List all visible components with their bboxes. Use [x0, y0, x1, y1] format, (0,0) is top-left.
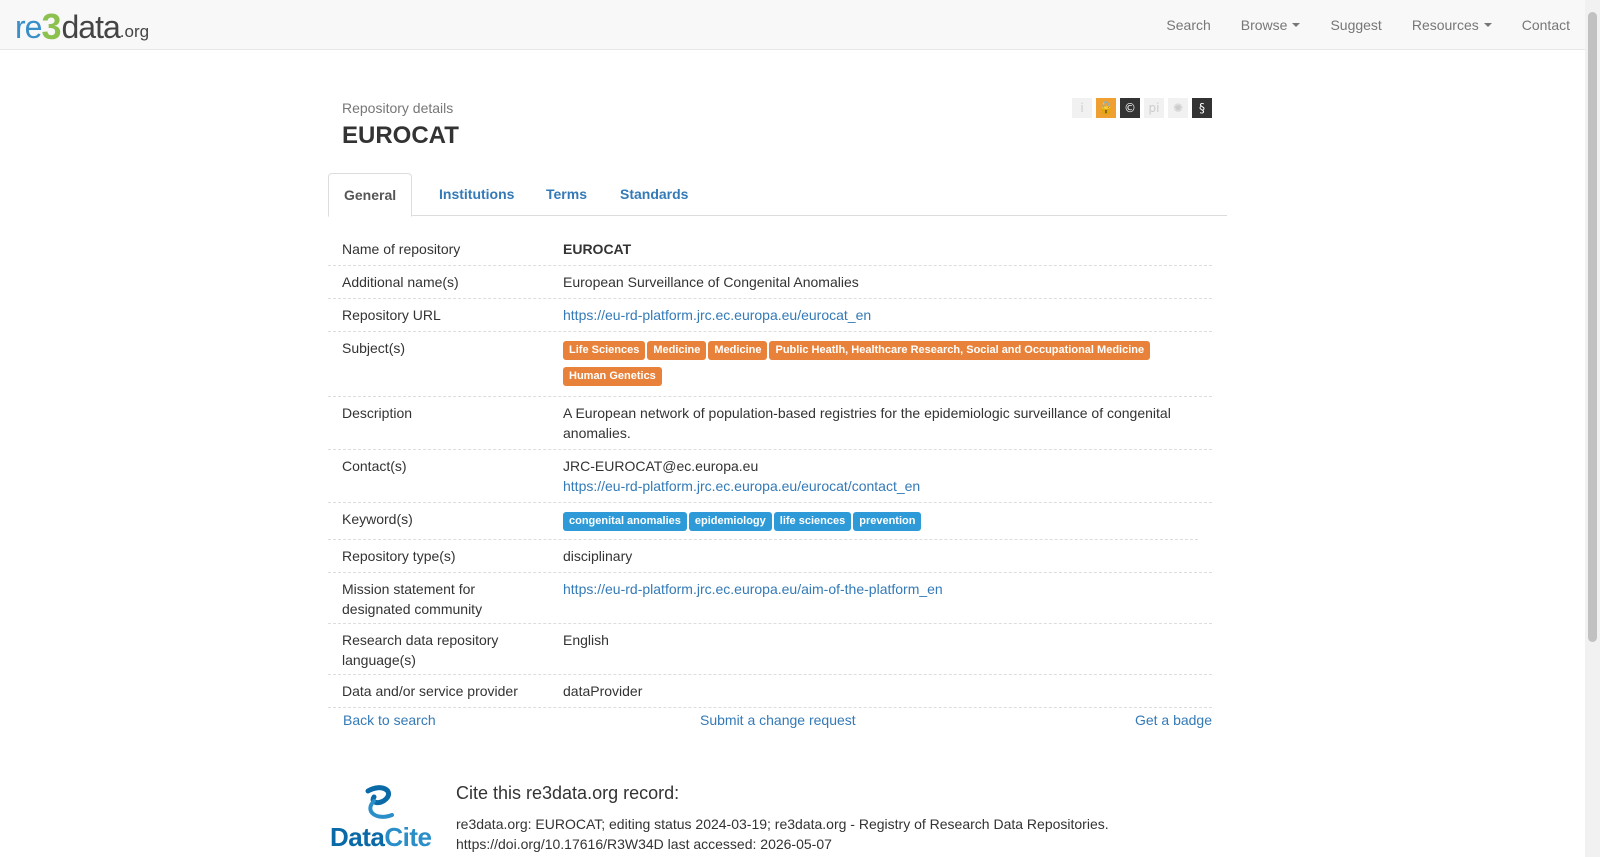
table-row: Description A European network of popula… [328, 397, 1212, 450]
nav-contact-label: Contact [1521, 17, 1570, 33]
provider-value: dataProvider [563, 683, 643, 699]
nav-resources-label: Resources [1411, 17, 1479, 33]
datacite-logo: DataCite [330, 785, 434, 852]
subject-chip[interactable]: Public Heatlh, Healthcare Research, Soci… [769, 341, 1151, 360]
keyword-chip[interactable]: congenital anomalies [563, 512, 687, 531]
contact-url-link[interactable]: https://eu-rd-platform.jrc.ec.europa.eu/… [563, 478, 920, 494]
nav-browse[interactable]: Browse [1226, 0, 1316, 50]
description-value: A European network of population-based r… [563, 405, 1171, 441]
row-label: Additional name(s) [342, 274, 459, 290]
tab-general[interactable]: General [328, 173, 413, 217]
main-nav: Search Browse Suggest Resources Contact [1151, 0, 1585, 50]
back-to-search-link[interactable]: Back to search [343, 712, 436, 728]
additional-name-value: European Surveillance of Congenital Anom… [563, 274, 859, 290]
table-row: Subject(s) Life Sciences Medicine Medicine… [328, 332, 1212, 397]
datacite-swirl-icon [365, 785, 394, 819]
scrollbar-thumb[interactable] [1588, 12, 1597, 642]
re3data-logo[interactable]: re 3 data .org [15, 6, 150, 47]
logo-org: .org [119, 22, 150, 41]
repository-type-value: disciplinary [563, 548, 633, 564]
get-badge-link[interactable]: Get a badge [1135, 712, 1212, 728]
repository-details-table: Name of repository EUROCAT Additional na… [328, 233, 1212, 708]
logo-data: data [61, 9, 120, 45]
caret-down-icon [1292, 23, 1301, 27]
row-label: Name of repository [342, 241, 461, 257]
nav-resources[interactable]: Resources [1397, 0, 1507, 50]
caret-down-icon [1483, 23, 1492, 27]
cite-heading: Cite this re3data.org record: [456, 783, 680, 803]
tab-institutions[interactable]: Institutions [424, 173, 529, 216]
table-row: Contact(s) JRC-EUROCAT@ec.europa.eu http… [328, 450, 1212, 503]
nav-contact[interactable]: Contact [1507, 0, 1585, 50]
mission-statement-link[interactable]: https://eu-rd-platform.jrc.ec.europa.eu/… [563, 581, 943, 597]
repository-url-link[interactable]: https://eu-rd-platform.jrc.ec.europa.eu/… [563, 307, 871, 323]
page-title: EUROCAT [342, 122, 459, 149]
row-label: Subject(s) [342, 340, 406, 356]
table-row: Additional name(s) European Surveillance… [328, 266, 1212, 299]
copyright-icon[interactable]: © [1120, 98, 1140, 118]
top-navbar: re 3 data .org Search Browse Suggest Resour… [0, 0, 1585, 50]
nav-browse-label: Browse [1240, 17, 1288, 33]
keyword-chip[interactable]: life sciences [773, 512, 852, 531]
keyword-chip[interactable]: epidemiology [688, 512, 772, 531]
cite-text: re3data.org: EUROCAT; editing status 202… [456, 816, 1109, 852]
nav-search-label: Search [1166, 17, 1211, 33]
table-row: Research data repository language(s) Eng… [328, 624, 1212, 675]
row-label: Contact(s) [342, 458, 407, 474]
open-access-lock-icon[interactable]: 🔓 [1096, 98, 1116, 118]
row-label: Repository type(s) [342, 548, 456, 564]
detail-footer-links: Back to search Submit a change request G… [328, 712, 1212, 732]
keyword-chip[interactable]: prevention [853, 512, 922, 531]
row-label: Data and/or service provider [342, 683, 518, 699]
table-row: Name of repository EUROCAT [328, 233, 1212, 266]
repository-name-value: EUROCAT [563, 241, 632, 257]
datacite-wordmark-data: Data [330, 822, 385, 852]
nav-search[interactable]: Search [1151, 0, 1225, 50]
subject-chip[interactable]: Medicine [647, 341, 707, 360]
table-row: Mission statement for designated communi… [328, 573, 1212, 624]
table-row: Data and/or service provider dataProvide… [328, 675, 1212, 708]
row-label: Keyword(s) [342, 511, 413, 527]
subject-chip[interactable]: Medicine [708, 341, 768, 360]
logo-re: re [15, 9, 42, 45]
pid-icon[interactable]: pi [1144, 98, 1164, 118]
table-row: Repository URL https://eu-rd-platform.jr… [328, 299, 1212, 332]
tab-terms[interactable]: Terms [531, 173, 602, 216]
page-scrollbar[interactable] [1585, 0, 1600, 857]
table-row: Keyword(s) congenital anomalies epidemiol… [328, 503, 1198, 540]
page-subtitle: Repository details [342, 100, 454, 116]
tab-bar: General Institutions Terms Standards [328, 173, 1227, 217]
datacite-wordmark-cite: Cite [384, 822, 432, 852]
nav-suggest[interactable]: Suggest [1315, 0, 1396, 50]
row-label: Research data repository language(s) [342, 632, 499, 668]
submit-change-request-link[interactable]: Submit a change request [700, 712, 856, 728]
contact-email: JRC-EUROCAT@ec.europa.eu [563, 458, 759, 474]
info-icon[interactable]: i [1072, 98, 1092, 118]
nav-suggest-label: Suggest [1330, 17, 1382, 33]
policy-icon[interactable]: § [1192, 98, 1212, 118]
logo-3: 3 [41, 6, 62, 47]
row-label: Repository URL [342, 307, 441, 323]
row-label: Mission statement for designated communi… [342, 581, 483, 617]
certificate-icon[interactable]: ✺ [1168, 98, 1188, 118]
language-value: English [563, 632, 609, 648]
table-row: Repository type(s) disciplinary [328, 540, 1212, 573]
repository-icons: i 🔓 © pi ✺ § [1072, 98, 1212, 118]
tab-standards[interactable]: Standards [605, 173, 703, 216]
subject-chip[interactable]: Human Genetics [563, 367, 662, 386]
row-label: Description [342, 405, 413, 421]
datacite-wordmark: DataCite [330, 822, 432, 853]
subject-chip[interactable]: Life Sciences [563, 341, 646, 360]
